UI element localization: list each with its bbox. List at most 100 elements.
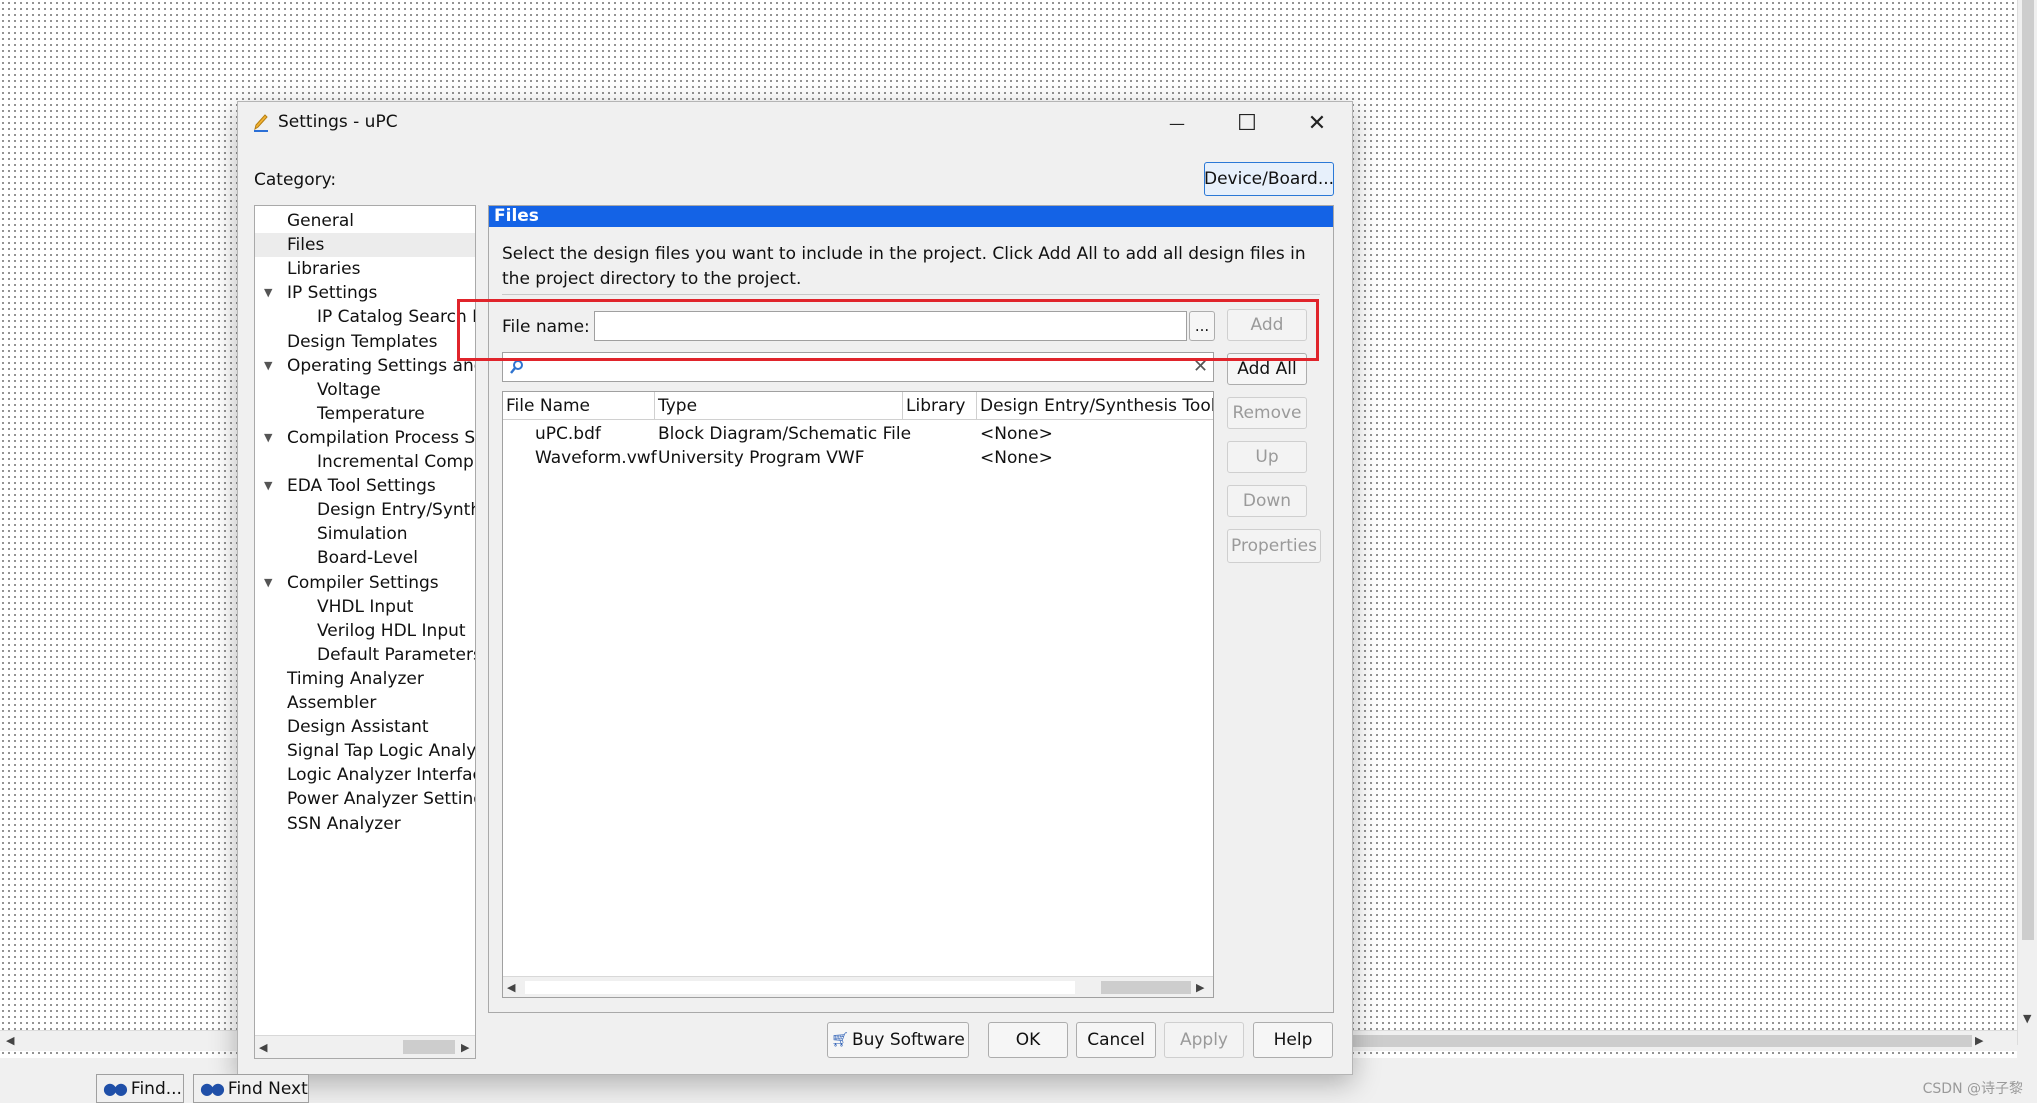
tree-item[interactable]: Libraries xyxy=(255,257,475,281)
minimize-button[interactable]: — xyxy=(1142,102,1212,144)
ok-button[interactable]: OK xyxy=(988,1022,1068,1058)
highlight-box xyxy=(457,299,1319,361)
scroll-down-arrow-icon[interactable]: ▼ xyxy=(2023,1012,2031,1025)
tree-item[interactable]: Files xyxy=(255,233,475,258)
settings-dialog: Settings - uPC — ☐ ✕ Category: Device/Bo… xyxy=(237,101,1353,1075)
tree-horizontal-scrollbar[interactable]: ◀ ▶ xyxy=(255,1035,475,1058)
column-header-file-name[interactable]: File Name xyxy=(503,392,655,420)
table-scroll-right-icon[interactable]: ▶ xyxy=(1196,981,1204,994)
tree-item[interactable]: ▼ Compiler Settings xyxy=(255,571,475,595)
tree-item[interactable]: Design Entry/Synth xyxy=(255,498,475,522)
tree-item-label: Design Entry/Synth xyxy=(317,500,476,521)
tree-item-label: Compilation Process Se xyxy=(287,427,476,448)
cell-type: University Program VWF xyxy=(658,448,865,468)
tree-item[interactable]: IP Catalog Search Lo xyxy=(255,305,475,329)
cell-tool: <None> xyxy=(980,448,1053,468)
tree-item-label: Board-Level xyxy=(317,548,418,569)
description-divider xyxy=(502,294,1320,295)
tree-item-label: Logic Analyzer Interfac xyxy=(287,765,476,786)
buy-software-label: Buy Software xyxy=(851,1030,965,1050)
tree-item[interactable]: Design Assistant xyxy=(255,715,475,739)
cancel-button[interactable]: Cancel xyxy=(1076,1022,1156,1058)
tree-item-label: Default Parameters xyxy=(317,644,476,665)
close-button[interactable]: ✕ xyxy=(1282,102,1352,144)
down-button[interactable]: Down xyxy=(1227,485,1307,517)
expand-chevron-icon[interactable]: ▼ xyxy=(264,354,272,378)
tree-item[interactable]: Incremental Compil xyxy=(255,450,475,474)
main-vertical-scroll-thumb[interactable] xyxy=(2022,0,2034,940)
tree-item[interactable]: Board-Level xyxy=(255,546,475,570)
tree-item[interactable]: ▼ Operating Settings and xyxy=(255,354,475,378)
apply-button[interactable]: Apply xyxy=(1164,1022,1244,1058)
tree-item[interactable]: SSN Analyzer xyxy=(255,812,475,836)
tree-item-label: Timing Analyzer xyxy=(287,668,424,689)
search-icon xyxy=(509,359,525,379)
tree-item[interactable]: Voltage xyxy=(255,378,475,402)
find-button[interactable]: ●● Find... xyxy=(96,1074,184,1103)
expand-chevron-icon[interactable]: ▼ xyxy=(264,571,272,595)
tree-item-label: SSN Analyzer xyxy=(287,813,401,834)
table-scroll-track[interactable] xyxy=(525,981,1075,994)
category-tree[interactable]: General Files Libraries ▼ IP Settings IP Cata… xyxy=(254,205,476,1059)
buy-software-button[interactable]: 🛒︎ Buy Software xyxy=(827,1022,969,1058)
table-scroll-left-icon[interactable]: ◀ xyxy=(507,981,515,994)
tree-item[interactable]: Assembler xyxy=(255,691,475,715)
minimize-icon: — xyxy=(1169,113,1185,133)
tree-item-label: IP Catalog Search Lo xyxy=(317,307,476,328)
remove-button[interactable]: Remove xyxy=(1227,397,1307,429)
expand-chevron-icon[interactable]: ▼ xyxy=(264,281,272,305)
cell-file-name: uPC.bdf xyxy=(535,424,601,444)
find-next-label: Find Next xyxy=(227,1078,308,1099)
tree-item-label: Files xyxy=(287,235,325,256)
tree-item[interactable]: Power Analyzer Setting xyxy=(255,787,475,811)
table-horizontal-scrollbar[interactable]: ◀ ▶ xyxy=(503,976,1213,997)
tree-item[interactable]: Temperature xyxy=(255,402,475,426)
tree-item[interactable]: ▼ Compilation Process Se xyxy=(255,426,475,450)
table-scroll-thumb[interactable] xyxy=(1101,981,1191,994)
files-table[interactable]: File Name Type Library Design Entry/Synt… xyxy=(502,391,1214,998)
device-board-button[interactable]: Device/Board... xyxy=(1204,162,1334,196)
tree-item[interactable]: Logic Analyzer Interfac xyxy=(255,763,475,787)
tree-scroll-thumb[interactable] xyxy=(403,1040,455,1054)
cell-tool: <None> xyxy=(980,424,1053,444)
tree-item-label: Power Analyzer Setting xyxy=(287,789,476,810)
find-next-button[interactable]: ●● Find Next xyxy=(193,1074,309,1103)
tree-item[interactable]: Design Templates xyxy=(255,330,475,354)
tree-scroll-left-icon[interactable]: ◀ xyxy=(259,1041,267,1054)
category-label: Category: xyxy=(254,170,337,190)
title-bar[interactable]: Settings - uPC — ☐ ✕ xyxy=(238,102,1352,144)
properties-button[interactable]: Properties xyxy=(1227,529,1321,563)
tree-scroll-right-icon[interactable]: ▶ xyxy=(461,1041,469,1054)
tree-item[interactable]: Timing Analyzer xyxy=(255,667,475,691)
tree-item[interactable]: ▼ EDA Tool Settings xyxy=(255,474,475,498)
tree-item[interactable]: Verilog HDL Input xyxy=(255,619,475,643)
tree-item[interactable]: General xyxy=(255,209,475,233)
help-button[interactable]: Help xyxy=(1253,1022,1333,1058)
expand-chevron-icon[interactable]: ▼ xyxy=(264,426,272,450)
scroll-left-arrow-icon[interactable]: ◀ xyxy=(6,1034,14,1047)
tree-item[interactable]: ▼ IP Settings xyxy=(255,281,475,305)
column-header-library[interactable]: Library xyxy=(903,392,977,420)
find-label: Find... xyxy=(130,1078,182,1099)
tree-item[interactable]: VHDL Input xyxy=(255,595,475,619)
maximize-button[interactable]: ☐ xyxy=(1212,102,1282,144)
main-vertical-scrollbar[interactable]: ▼ xyxy=(2017,0,2037,1045)
up-button[interactable]: Up xyxy=(1227,441,1307,473)
tree-item-label: Design Assistant xyxy=(287,717,429,738)
watermark: CSDN @诗子黎 xyxy=(1922,1081,2023,1097)
files-panel-header: Files xyxy=(489,206,1333,227)
tree-item[interactable]: Default Parameters xyxy=(255,643,475,667)
main-horizontal-scroll-thumb[interactable] xyxy=(1352,1035,1972,1047)
scroll-right-arrow-icon[interactable]: ▶ xyxy=(1975,1034,1983,1047)
column-header-tool[interactable]: Design Entry/Synthesis Tool xyxy=(977,392,1213,420)
tree-item[interactable]: Simulation xyxy=(255,522,475,546)
cart-icon: 🛒︎ xyxy=(831,1032,849,1048)
binoculars-icon: ●● xyxy=(200,1079,225,1098)
column-header-type[interactable]: Type xyxy=(655,392,903,420)
expand-chevron-icon[interactable]: ▼ xyxy=(264,474,272,498)
tree-item[interactable]: Signal Tap Logic Analyz xyxy=(255,739,475,763)
tree-item-label: Libraries xyxy=(287,259,361,280)
close-icon: ✕ xyxy=(1307,110,1327,136)
binoculars-icon: ●● xyxy=(103,1079,128,1098)
cell-type: Block Diagram/Schematic File xyxy=(658,424,912,444)
